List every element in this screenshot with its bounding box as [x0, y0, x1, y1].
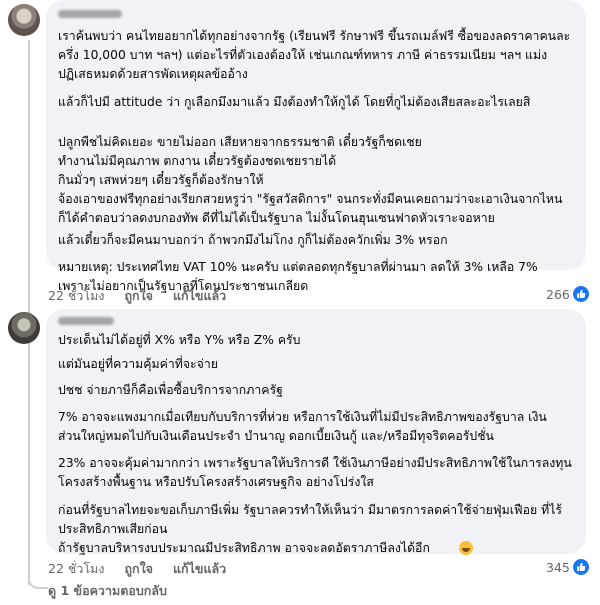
- like-icon: [572, 559, 589, 575]
- comment-paragraph: 23% อาจจะคุ้มค่ามากกว่า เพราะรัฐบาลให้บร…: [58, 456, 572, 489]
- comment-paragraph: เราค้นพบว่า คนไทยอยากได้ทุกอย่างจากรัฐ (…: [58, 29, 571, 81]
- reaction-summary[interactable]: 345: [546, 559, 589, 575]
- edited-link[interactable]: แก้ไขแล้ว: [173, 561, 226, 576]
- comment-timestamp[interactable]: 22 ชั่วโมง: [48, 561, 104, 576]
- comment-bubble: เราค้นพบว่า คนไทยอยากได้ทุกอย่างจากรัฐ (…: [46, 0, 586, 293]
- laughing-emoji-icon: [459, 541, 473, 555]
- like-link[interactable]: ถูกใจ: [124, 288, 153, 303]
- comment-paragraph: แต่มันอยู่ที่ความคุ้มค่าที่จะจ่าย: [58, 357, 218, 371]
- commenter-avatar[interactable]: [8, 312, 40, 344]
- comment-paragraph: ปลูกพืชไม่คิดเยอะ ขายไม่ออก เสียหายจากธร…: [58, 135, 422, 187]
- commenter-avatar[interactable]: [8, 4, 40, 36]
- reaction-count: 345: [546, 559, 570, 575]
- comment-actions: 22 ชั่วโมง ถูกใจ แก้ไขแล้ว: [48, 286, 242, 306]
- comment-paragraph: แล้วเดี๋ยวก็จะมีคนมาบอกว่า ถ้าพวกมึงไม่โ…: [58, 233, 448, 247]
- comment-author-name[interactable]: [58, 10, 122, 18]
- comment-paragraph: 7% อาจจะแพงมากเมื่อเทียบกับบริการที่ห่วย…: [58, 410, 547, 443]
- reaction-count: 266: [546, 286, 570, 302]
- like-icon: [572, 286, 589, 302]
- view-replies-link[interactable]: ดู 1 ข้อความตอบกลับ: [48, 581, 167, 601]
- comment-paragraph: จ้องเอาของฟรีทุกอย่างเรียกสวยหรูว่า "รัฐ…: [58, 192, 563, 225]
- comment-paragraph: ปชช จ่ายภาษีก็คือเพื่อซื้อบริการจากภาครั…: [58, 383, 283, 397]
- comment-paragraph: แล้วก็ไปมี attitude ว่า กูเลือกมึงมาแล้ว…: [58, 95, 531, 109]
- comment-bubble: ประเด็นไม่ได้อยู่ที่ X% หรือ Y% หรือ Z% …: [46, 309, 586, 555]
- edited-link[interactable]: แก้ไขแล้ว: [173, 288, 226, 303]
- thread-connector: [28, 575, 48, 589]
- comment-timestamp[interactable]: 22 ชั่วโมง: [48, 288, 104, 303]
- comment-author-name[interactable]: [58, 317, 114, 325]
- comment-paragraph: ประเด็นไม่ได้อยู่ที่ X% หรือ Y% หรือ Z% …: [58, 333, 301, 347]
- comment-actions: 22 ชั่วโมง ถูกใจ แก้ไขแล้ว: [48, 559, 242, 579]
- comment-paragraph: ก่อนที่รัฐบาลไทยจะขอเก็บภาษีเพิ่ม รัฐบาล…: [58, 503, 562, 555]
- reaction-summary[interactable]: 266: [546, 286, 589, 302]
- like-link[interactable]: ถูกใจ: [124, 561, 153, 576]
